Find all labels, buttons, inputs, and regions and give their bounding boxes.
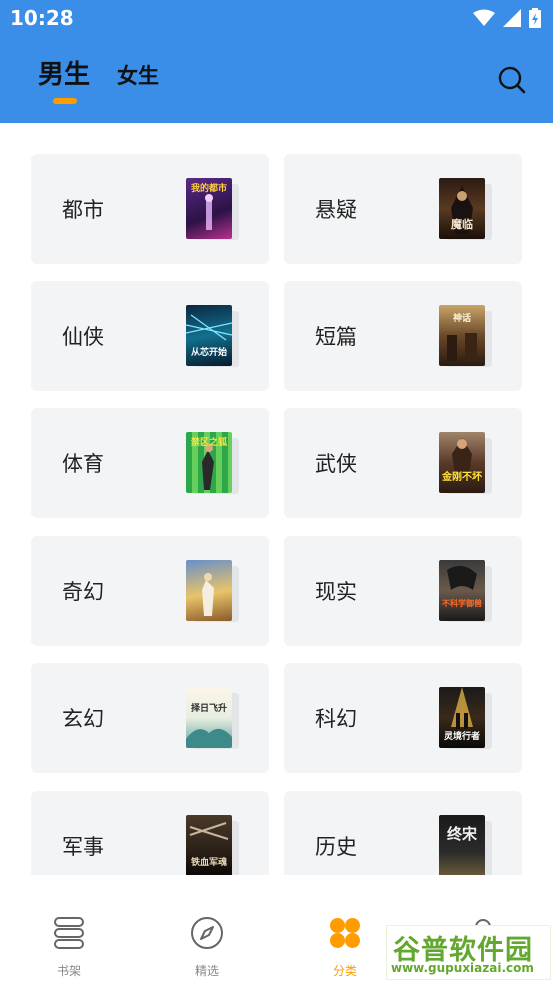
category-card-dushi[interactable]: 都市 我的都市 — [31, 154, 269, 264]
status-icons — [473, 8, 541, 28]
category-card-duanpian[interactable]: 短篇 神话 — [284, 281, 522, 391]
tab-category[interactable]: 分类 — [305, 913, 385, 979]
category-grid: 都市 我的都市 悬疑 魔临 仙侠 从芯开始 短篇 神话 体育 禁区之狐 武侠 金… — [0, 123, 553, 875]
category-label: 现实 — [315, 580, 357, 604]
category-label: 科幻 — [315, 707, 357, 731]
category-label: 都市 — [62, 198, 104, 222]
category-label: 仙侠 — [62, 325, 104, 349]
book-cover: 不科学御兽 — [439, 560, 485, 621]
cover-title: 魔临 — [451, 218, 473, 231]
category-card-wuxia[interactable]: 武侠 金刚不坏 — [284, 408, 522, 518]
book-cover: 铁血军魂 — [186, 815, 232, 875]
category-label: 玄幻 — [62, 707, 104, 731]
category-card-xuanyi[interactable]: 悬疑 魔临 — [284, 154, 522, 264]
cover-title: 神话 — [452, 314, 471, 324]
tab-featured[interactable]: 精选 — [167, 913, 247, 979]
cover-title: 终宋 — [446, 825, 477, 843]
gender-tabs: 男生 女生 — [0, 50, 553, 110]
category-card-xianxia[interactable]: 仙侠 从芯开始 — [31, 281, 269, 391]
category-label: 短篇 — [315, 325, 357, 349]
top-header: 10:28 男生 女生 — [0, 0, 553, 123]
tab-featured-label: 精选 — [194, 964, 219, 978]
category-label: 悬疑 — [315, 198, 357, 222]
book-cover: 金刚不坏 — [439, 432, 485, 493]
watermark-logo: 谷普软件园 www.gupuxiazai.com — [386, 925, 551, 980]
category-label: 武侠 — [315, 452, 357, 476]
cover-title: 我的都市 — [190, 184, 227, 194]
wifi-icon — [473, 9, 495, 26]
cover-title: 不科学御兽 — [442, 599, 482, 608]
book-cover: 终宋 — [439, 815, 485, 875]
battery-icon — [529, 8, 541, 28]
book-cover: 禁区之狐 — [186, 432, 232, 493]
category-label: 体育 — [62, 452, 104, 476]
cover-title: 灵境行者 — [443, 732, 480, 742]
status-time: 10:28 — [10, 6, 74, 30]
tab-female[interactable]: 女生 — [117, 60, 159, 90]
book-cover — [186, 560, 232, 621]
status-bar: 10:28 — [0, 0, 553, 38]
book-cover: 我的都市 — [186, 178, 232, 239]
compass-icon — [191, 917, 223, 949]
cover-title: 禁区之狐 — [190, 438, 227, 448]
search-icon[interactable] — [497, 65, 527, 95]
category-card-kehuan[interactable]: 科幻 灵境行者 — [284, 663, 522, 773]
tab-indicator — [53, 98, 77, 104]
book-cover: 魔临 — [439, 178, 485, 239]
category-label: 历史 — [315, 835, 357, 859]
category-icon — [330, 918, 360, 948]
category-card-xianshi[interactable]: 现实 不科学御兽 — [284, 536, 522, 646]
category-card-qihuan[interactable]: 奇幻 — [31, 536, 269, 646]
category-card-lishi[interactable]: 历史 终宋 — [284, 791, 522, 875]
book-cover: 灵境行者 — [439, 687, 485, 748]
signal-icon — [503, 9, 521, 27]
cover-title: 铁血军魂 — [190, 858, 227, 868]
tab-category-label: 分类 — [332, 964, 357, 978]
category-label: 军事 — [62, 835, 104, 859]
cover-title: 择日飞升 — [190, 704, 227, 714]
book-cover: 择日飞升 — [186, 687, 232, 748]
category-card-junshi[interactable]: 军事 铁血军魂 — [31, 791, 269, 875]
cover-title: 金刚不坏 — [442, 472, 482, 483]
category-card-xuanhuan[interactable]: 玄幻 择日飞升 — [31, 663, 269, 773]
book-cover: 神话 — [439, 305, 485, 366]
watermark-url: www.gupuxiazai.com — [391, 961, 534, 975]
tab-bookshelf-label: 书架 — [56, 964, 81, 978]
book-cover: 从芯开始 — [186, 305, 232, 366]
category-label: 奇幻 — [62, 580, 104, 604]
cover-title: 从芯开始 — [190, 348, 227, 358]
bookshelf-icon — [54, 917, 84, 949]
category-card-tiyu[interactable]: 体育 禁区之狐 — [31, 408, 269, 518]
tab-bookshelf[interactable]: 书架 — [29, 913, 109, 979]
tab-male[interactable]: 男生 — [38, 54, 90, 91]
